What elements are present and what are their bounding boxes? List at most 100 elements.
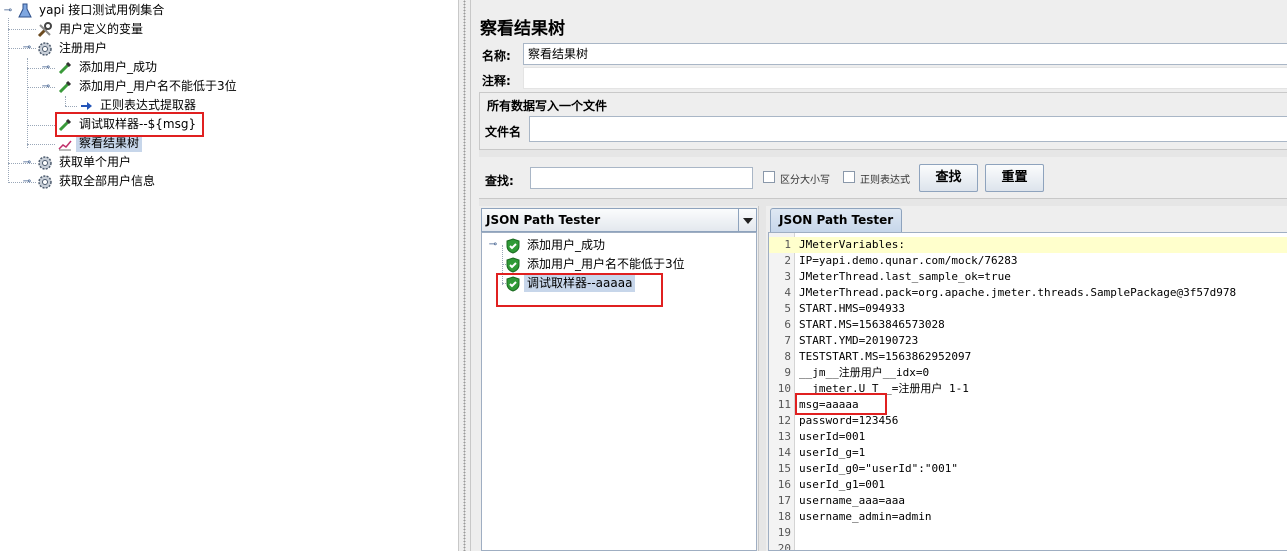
line-number: 12 xyxy=(777,414,791,427)
line-number: 4 xyxy=(784,286,791,299)
main-splitter[interactable] xyxy=(458,0,471,551)
code-text: IP=yapi.demo.qunar.com/mock/76283 xyxy=(799,254,1018,267)
line-number: 14 xyxy=(777,446,791,459)
result-item[interactable]: 添加用户_用户名不能低于3位 xyxy=(504,255,688,274)
pipette-icon xyxy=(56,59,74,77)
line-number: 13 xyxy=(777,430,791,443)
tree-node-get-all-users[interactable]: 获取全部用户信息 xyxy=(36,172,158,191)
line-number: 7 xyxy=(784,334,791,347)
gear-icon xyxy=(36,154,54,172)
results-tree: ⊸ 添加用户_成功 添加用户_用户名不能低于3位 调试取样器--aaaaa xyxy=(481,232,757,551)
tree-node-user-variables[interactable]: 用户定义的变量 xyxy=(36,20,146,39)
code-text: password=123456 xyxy=(799,414,899,427)
line-number: 5 xyxy=(784,302,791,315)
filename-input[interactable] xyxy=(529,116,1287,142)
gear-icon xyxy=(36,40,54,58)
success-shield-icon xyxy=(504,237,522,255)
code-line: 18 username_admin=admin xyxy=(769,509,1287,525)
code-line: 7 START.YMD=20190723 xyxy=(769,333,1287,349)
tree-connector xyxy=(27,144,55,145)
search-label: 查找: xyxy=(485,174,514,188)
tree-connector xyxy=(65,96,66,106)
line-number: 19 xyxy=(777,526,791,539)
code-text: __jm__注册用户__idx=0 xyxy=(799,366,930,379)
code-line: 9 __jm__注册用户__idx=0 xyxy=(769,365,1287,381)
name-field[interactable]: 察看结果树 xyxy=(523,43,1287,65)
search-input[interactable] xyxy=(530,167,753,189)
find-button[interactable]: 查找 xyxy=(919,164,978,192)
tree-connector xyxy=(8,29,36,30)
line-number: 6 xyxy=(784,318,791,331)
tree-node-add-user-name-min3[interactable]: 添加用户_用户名不能低于3位 xyxy=(56,77,240,96)
flask-icon xyxy=(16,2,34,20)
write-all-label: 所有数据写入一个文件 xyxy=(487,99,608,113)
line-number: 1 xyxy=(784,238,791,251)
line-number: 3 xyxy=(784,270,791,283)
collapse-toggle-icon[interactable]: ⊸ xyxy=(41,82,51,92)
code-text: userId=001 xyxy=(799,430,866,443)
line-number: 18 xyxy=(777,510,791,523)
code-text: JMeterThread.last_sample_ok=true xyxy=(799,270,1011,283)
comment-label: 注释: xyxy=(482,74,511,88)
code-line: 4 JMeterThread.pack=org.apache.jmeter.thr… xyxy=(769,285,1287,301)
code-line: 12 password=123456 xyxy=(769,413,1287,429)
line-number: 20 xyxy=(777,542,791,551)
variables-text-area[interactable]: 1 JMeterVariables: 2 IP=yapi.demo.qunar.com… xyxy=(768,232,1287,551)
code-text: userId_g1=001 xyxy=(799,478,886,491)
comment-field[interactable] xyxy=(523,67,1287,89)
code-line: 15 userId_g0="userId":"001" xyxy=(769,461,1287,477)
line-number: 10 xyxy=(777,382,791,395)
collapse-toggle-icon[interactable]: ⊸ xyxy=(22,43,32,53)
tree-connector xyxy=(8,18,9,183)
code-text: TESTSTART.MS=1563862952097 xyxy=(799,350,972,363)
code-text: JMeterVariables: xyxy=(799,238,905,251)
code-line: 17 username_aaa=aaa xyxy=(769,493,1287,509)
regex-label: 正则表达式 xyxy=(860,175,910,186)
collapse-splitter[interactable] xyxy=(479,149,1287,157)
code-text: userId_g0="userId":"001" xyxy=(799,462,958,475)
code-line: 6 START.MS=1563846573028 xyxy=(769,317,1287,333)
line-number: 9 xyxy=(784,366,791,379)
code-text: username_aaa=aaa xyxy=(799,494,905,507)
code-text: username_admin=admin xyxy=(799,510,932,523)
code-text: START.YMD=20190723 xyxy=(799,334,919,347)
code-text: START.HMS=094933 xyxy=(799,302,905,315)
chart-icon xyxy=(56,135,74,153)
test-plan-tree: ⊸ ⊸ ⊸ ⊸ ⊸ ⊸ yapi 接口测试用例集合 用户定义的变量 注册用户 添… xyxy=(0,0,458,551)
result-item[interactable]: 添加用户_成功 xyxy=(504,236,608,255)
code-line: 8 TESTSTART.MS=1563862952097 xyxy=(769,349,1287,365)
line-number: 8 xyxy=(784,350,791,363)
code-line: 2 IP=yapi.demo.qunar.com/mock/76283 xyxy=(769,253,1287,269)
code-line: 14 userId_g=1 xyxy=(769,445,1287,461)
page-title: 察看结果树 xyxy=(480,19,565,39)
filename-label: 文件名 xyxy=(485,125,522,139)
tab-json-path-tester[interactable]: JSON Path Tester xyxy=(770,208,903,232)
tree-node-get-single-user[interactable]: 获取单个用户 xyxy=(36,153,134,172)
tree-node-test-plan[interactable]: yapi 接口测试用例集合 xyxy=(16,1,167,20)
code-text: userId_g=1 xyxy=(799,446,866,459)
regex-checkbox[interactable] xyxy=(843,171,855,183)
code-line: 3 JMeterThread.last_sample_ok=true xyxy=(769,269,1287,285)
expand-toggle-icon[interactable]: ⊸ xyxy=(22,158,32,168)
tree-connector xyxy=(65,106,77,107)
expand-toggle-icon[interactable]: ⊸ xyxy=(41,63,51,73)
chevron-down-icon[interactable] xyxy=(738,209,756,231)
collapse-toggle-icon[interactable]: ⊸ xyxy=(3,6,13,16)
results-splitter[interactable] xyxy=(479,198,1287,206)
renderer-select[interactable]: JSON Path Tester xyxy=(481,208,757,232)
reset-button[interactable]: 重置 xyxy=(985,164,1044,192)
code-text: START.MS=1563846573028 xyxy=(799,318,945,331)
code-text: JMeterThread.pack=org.apache.jmeter.thre… xyxy=(799,286,1237,299)
line-number: 17 xyxy=(777,494,791,507)
highlight-box xyxy=(55,112,204,137)
tree-node-register-user[interactable]: 注册用户 xyxy=(36,39,110,58)
code-line: 19 xyxy=(769,525,1287,541)
tree-node-add-user-success[interactable]: 添加用户_成功 xyxy=(56,58,160,77)
highlight-box xyxy=(496,273,663,307)
expand-toggle-icon[interactable]: ⊸ xyxy=(22,177,32,187)
results-vertical-splitter[interactable] xyxy=(758,206,766,551)
expand-toggle-icon[interactable]: ⊸ xyxy=(488,240,498,250)
success-shield-icon xyxy=(504,256,522,274)
case-sensitive-checkbox[interactable] xyxy=(763,171,775,183)
line-number: 2 xyxy=(784,254,791,267)
